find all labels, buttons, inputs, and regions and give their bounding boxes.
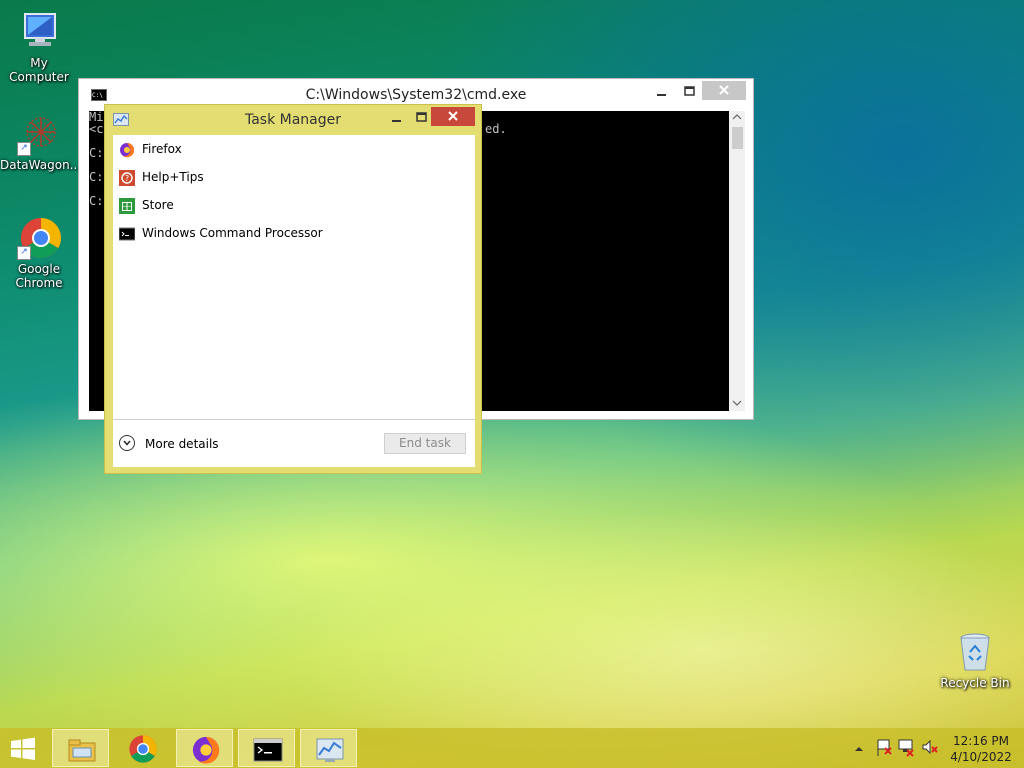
desktop-icon-recycle-bin[interactable]: Recycle Bin: [936, 630, 1014, 690]
firefox-icon: [119, 142, 135, 158]
scrollbar-graphic: [732, 114, 743, 406]
console-line: <c: [89, 122, 104, 136]
list-item-label: Help+Tips: [142, 170, 204, 184]
clock-date: 4/10/2022: [950, 750, 1012, 764]
action-center-flag-icon[interactable]: [874, 728, 894, 768]
windows-logo-icon: [11, 737, 35, 760]
desktop-icon-label: Google: [17, 262, 61, 276]
datawagon-icon: ↗: [17, 112, 61, 156]
minimize-icon: [657, 94, 666, 96]
cmd-icon: [118, 226, 136, 242]
desktop-icon-google-chrome[interactable]: ↗ Google Chrome: [0, 216, 78, 290]
more-details-label: More details: [145, 437, 219, 451]
my-computer-icon: [17, 10, 61, 54]
close-icon: [448, 111, 458, 121]
start-button[interactable]: [6, 734, 40, 764]
file-explorer-icon: [67, 735, 97, 765]
console-fragment: ed.: [485, 122, 507, 136]
desktop-icon-datawagon[interactable]: ↗ DataWagon...: [0, 112, 82, 172]
app-list[interactable]: Firefox ? Help+Tips Store Windows Comman…: [113, 135, 475, 419]
desktop-icon-label: Recycle Bin: [940, 676, 1010, 690]
end-task-button[interactable]: End task: [384, 433, 466, 454]
list-item-firefox[interactable]: Firefox: [113, 136, 475, 164]
close-button[interactable]: [702, 81, 746, 100]
cmd-icon: [253, 735, 283, 765]
maximize-icon: [684, 86, 695, 96]
recycle-bin-icon: [953, 630, 997, 674]
shortcut-arrow-icon: ↗: [17, 246, 31, 260]
shortcut-arrow-icon: ↗: [17, 142, 31, 156]
list-item-help-tips[interactable]: ? Help+Tips: [113, 164, 475, 192]
firefox-icon: [191, 735, 221, 765]
console-line: C:: [89, 194, 104, 208]
task-manager-body: Firefox ? Help+Tips Store Windows Comman…: [113, 135, 475, 467]
list-item-windows-command-processor[interactable]: Windows Command Processor: [113, 220, 475, 248]
desktop-icon-label: My Computer: [9, 56, 69, 84]
task-manager-title-bar[interactable]: Task Manager: [105, 105, 481, 135]
help-tips-icon: ?: [119, 170, 135, 186]
taskbar-firefox[interactable]: [176, 729, 233, 767]
list-item-label: Windows Command Processor: [142, 226, 323, 240]
close-icon: [719, 85, 729, 95]
minimize-button[interactable]: [649, 83, 675, 101]
speaker-muted-icon[interactable]: [920, 728, 940, 768]
list-item-label: Store: [142, 198, 174, 212]
divider: [113, 419, 475, 420]
cmd-scrollbar[interactable]: [729, 111, 745, 411]
chevron-up-icon[interactable]: [852, 728, 866, 768]
taskbar-cmd[interactable]: [238, 729, 295, 767]
console-line: C:: [89, 146, 104, 160]
list-item-store[interactable]: Store: [113, 192, 475, 220]
taskbar: 12:16 PM 4/10/2022: [0, 728, 1024, 768]
maximize-button[interactable]: [677, 83, 703, 101]
desktop-icon-label: Chrome: [15, 276, 63, 290]
task-manager-icon: [315, 735, 345, 765]
taskbar-file-explorer[interactable]: [52, 729, 109, 767]
minimize-button[interactable]: [384, 109, 408, 127]
chevron-down-icon: [119, 435, 135, 451]
svg-text:?: ?: [125, 174, 129, 183]
list-item-label: Firefox: [142, 142, 182, 156]
store-icon: [119, 198, 135, 214]
network-icon[interactable]: [896, 728, 916, 768]
chrome-icon: [128, 734, 158, 764]
clock-time: 12:16 PM: [953, 734, 1009, 748]
desktop-icon-label: DataWagon...: [0, 158, 82, 172]
taskbar-chrome[interactable]: [114, 729, 171, 767]
clock[interactable]: 12:16 PM 4/10/2022: [948, 733, 1014, 765]
desktop-icon-my-computer[interactable]: My Computer: [0, 10, 78, 84]
close-button[interactable]: [431, 107, 475, 126]
taskbar-task-manager[interactable]: [300, 729, 357, 767]
task-manager-window[interactable]: Task Manager Firefox ? Help+Tips Store W…: [104, 104, 482, 474]
chrome-icon: ↗: [17, 216, 61, 260]
system-tray: [850, 728, 940, 768]
minimize-icon: [392, 120, 401, 122]
console-line: C:: [89, 170, 104, 184]
